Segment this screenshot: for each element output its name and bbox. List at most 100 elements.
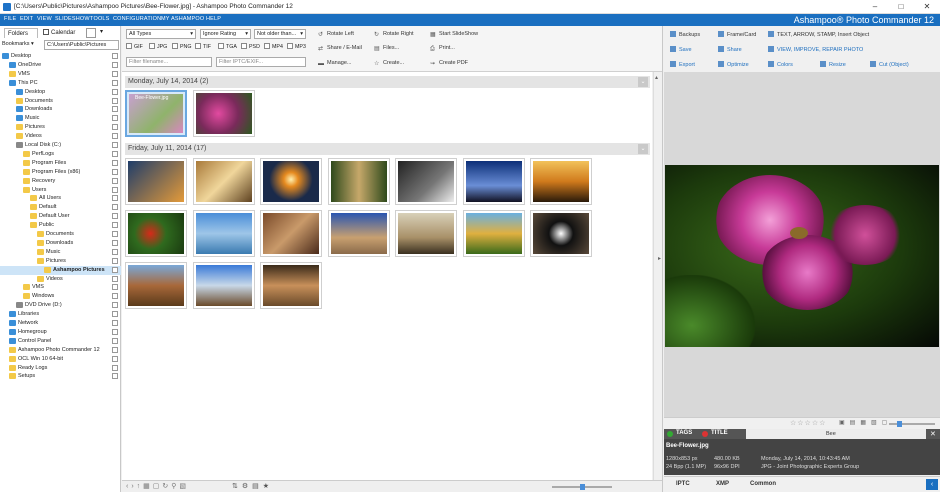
checkbox[interactable] [112,257,118,264]
tree-item[interactable]: Homegroup [0,328,121,337]
format-checkbox-png[interactable]: PNG [172,43,191,50]
gallery-scrollbar[interactable]: ▴ [653,72,661,480]
close-icon[interactable]: ✕ [930,430,936,438]
checkbox[interactable] [112,328,118,335]
tree-item[interactable]: Setups [0,372,121,381]
checkbox[interactable] [112,97,118,104]
format-checkbox-mp3[interactable]: MP3 [287,43,306,50]
tree-item[interactable]: Pictures [0,123,121,132]
close-button[interactable]: ✕ [914,0,940,14]
tree-item[interactable]: Videos [0,132,121,141]
tree-item[interactable]: Network [0,319,121,328]
format-checkbox-tga[interactable]: TGA [218,43,237,50]
checkbox[interactable] [112,222,118,229]
checkbox[interactable] [112,142,118,148]
tree-item[interactable]: Music [0,114,121,123]
tree-item[interactable]: This PC [0,79,121,88]
checkbox[interactable] [112,159,118,166]
thumbnail[interactable] [395,158,457,205]
tab-folders[interactable]: Folders [4,28,38,38]
print-button[interactable]: ⎙ Print... [430,45,455,52]
checkbox[interactable] [112,364,118,371]
menu-edit[interactable]: EDIT [20,16,33,22]
thumbnail[interactable] [395,210,457,257]
format-checkbox-jpg[interactable]: JPG [149,43,167,50]
checkbox[interactable] [112,186,118,193]
remove-title-icon[interactable] [702,431,708,437]
thumbnail[interactable] [125,262,187,309]
tree-item[interactable]: Public [0,221,121,230]
tree-item[interactable]: OneDrive [0,61,121,70]
checkbox[interactable] [112,275,118,282]
tree-item[interactable]: PerfLogs [0,150,121,159]
star-rating[interactable]: ☆☆☆☆☆ [790,419,826,427]
pin-icon[interactable] [86,28,96,38]
preview-tool-icons[interactable]: ▣▤▦▧▢ [839,419,892,426]
tree-item[interactable]: Music [0,248,121,257]
menu-configuration[interactable]: CONFIGURATION [113,16,161,22]
checkbox[interactable] [112,177,118,184]
menu-slideshow[interactable]: SLIDESHOW [55,16,90,22]
title-field[interactable]: Bee [746,429,926,439]
checkbox[interactable] [112,88,118,95]
checkbox[interactable] [112,266,118,273]
checkbox[interactable] [112,320,118,326]
manage-button[interactable]: ▬ Manage... [318,60,351,67]
checkbox[interactable] [112,248,118,255]
tree-item[interactable]: Recovery [0,177,121,186]
tree-item[interactable]: Downloads [0,105,121,114]
title-label[interactable]: TITLE [711,430,728,436]
sort-view-icons[interactable]: ⇅⚙▤★ [232,482,273,490]
action-resize[interactable]: Resize [820,61,846,68]
collapse-icon[interactable]: ⌄ [638,77,648,87]
tree-item[interactable]: Documents [0,97,121,106]
scroll-up-icon[interactable]: ▴ [655,74,660,81]
action-cut-object-[interactable]: Cut (Object) [870,61,909,68]
tree-item[interactable]: All Users [0,194,121,203]
tree-item[interactable]: VMS [0,283,121,292]
tree-item[interactable]: Pictures [0,257,121,266]
navigation-icons[interactable]: ‹›↑▦▢↻⚲▧ [126,482,189,490]
action-view-improve-repair-photo[interactable]: VIEW, IMPROVE, REPAIR PHOTO [768,46,863,53]
checkbox[interactable] [195,43,201,49]
add-tag-icon[interactable] [667,431,673,437]
checkbox[interactable] [112,79,118,86]
checkbox[interactable] [112,213,118,220]
iptc-filter-input[interactable]: Filter IPTC/EXIF... [216,57,306,67]
checkbox[interactable] [112,311,118,318]
thumbnail[interactable] [530,210,592,257]
thumbnail[interactable] [125,158,187,205]
maximize-button[interactable]: □ [888,0,914,14]
action-text-arrow-stamp-insert-object[interactable]: TEXT, ARROW, STAMP, Insert Object [768,31,869,38]
tree-item[interactable]: VMS [0,70,121,79]
panel-menu-icon[interactable]: ▾ [100,28,118,38]
action-frame-card[interactable]: Frame/Card [718,31,756,38]
menu-file[interactable]: FILE [4,16,16,22]
checkbox[interactable] [112,231,118,237]
tree-item[interactable]: Desktop [0,88,121,97]
checkbox[interactable] [112,293,118,300]
age-filter-select[interactable]: Not older than... ▾ [254,29,306,39]
thumbnail[interactable] [530,158,592,205]
tree-item[interactable]: OCL Win 10 64-bit [0,355,121,364]
preview-zoom-slider[interactable] [889,421,935,427]
tab-common[interactable]: Common [750,481,776,487]
share-email-button[interactable]: ⇄ Share / E-Mail [318,45,362,52]
checkbox[interactable] [287,43,293,49]
thumbnail[interactable] [192,158,255,205]
tree-item[interactable]: Videos [0,275,121,284]
checkbox[interactable] [112,204,118,211]
date-group-header[interactable]: Friday, July 11, 2014 (17) ⌄ [125,143,650,155]
thumbnail[interactable] [327,158,390,205]
checkbox[interactable] [172,43,178,49]
tree-item[interactable]: Documents [0,230,121,239]
checkbox[interactable] [112,150,118,157]
checkbox[interactable] [218,43,224,49]
tree-item[interactable]: Desktop [0,52,121,61]
tree-item[interactable]: Windows [0,292,121,301]
rating-filter-select[interactable]: Ignore Rating ▾ [200,29,251,39]
menu-my-ashampoo[interactable]: MY ASHAMPOO [161,16,204,22]
tree-item[interactable]: Ashampoo Photo Commander 12 [0,346,121,355]
checkbox[interactable] [112,239,118,246]
tree-item[interactable]: Control Panel [0,337,121,346]
